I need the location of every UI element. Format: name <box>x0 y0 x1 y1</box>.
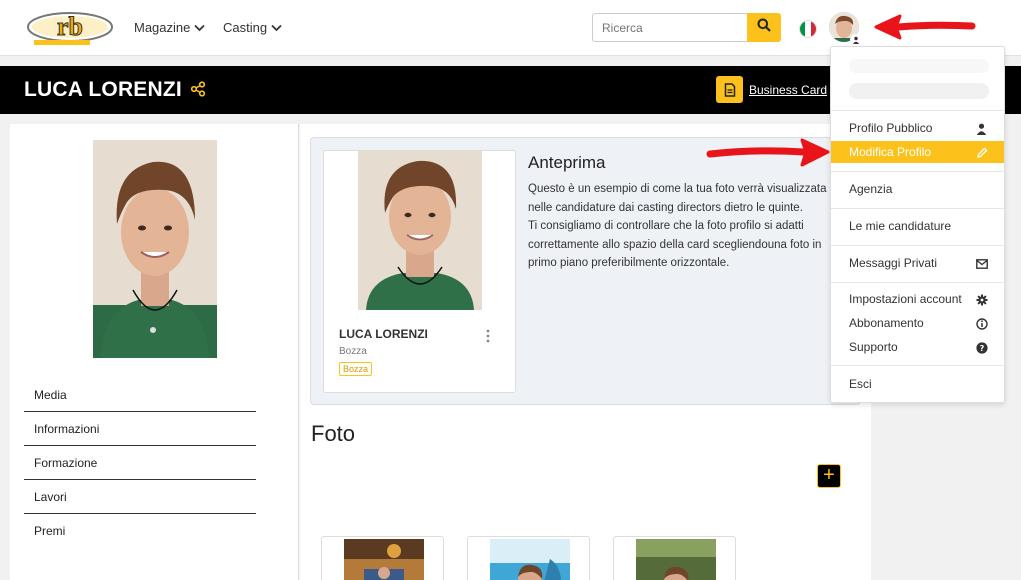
chevron-down-icon <box>271 20 282 35</box>
user-dropdown-menu: Profilo Pubblico Modifica Profilo Agenzi… <box>830 46 1005 403</box>
user-badge-icon <box>850 34 862 46</box>
photo-thumbnail-image <box>636 539 716 580</box>
photo-section-title: Foto <box>311 421 356 446</box>
question-icon: ? <box>975 341 988 354</box>
annotation-arrow-edit-profile <box>706 136 832 175</box>
sidebar-item-media[interactable]: Media <box>24 378 256 412</box>
business-card-link[interactable]: Business Card <box>749 83 827 97</box>
photo-thumbnail-image <box>490 539 570 580</box>
preview-card[interactable]: LUCA LORENZI Bozza Bozza <box>323 150 516 393</box>
profile-photo <box>93 140 217 358</box>
profile-name: LUCA LORENZI <box>24 78 182 101</box>
status-badge: Bozza <box>339 362 373 376</box>
share-icon[interactable] <box>190 81 206 102</box>
search-button[interactable] <box>747 13 781 42</box>
card-status: Bozza <box>339 346 367 357</box>
main-content: LUCA LORENZI Bozza Bozza Anteprima Quest… <box>300 124 871 580</box>
menu-item-public-profile[interactable]: Profilo Pubblico <box>831 117 1004 139</box>
menu-item-label: Profilo Pubblico <box>849 121 933 135</box>
svg-text:rb: rb <box>57 12 83 41</box>
preview-line: Questo è un esempio di come la tua foto … <box>528 183 827 195</box>
menu-item-edit-profile[interactable]: Modifica Profilo <box>831 141 1004 163</box>
info-icon <box>975 317 988 330</box>
photo-thumbnail[interactable] <box>321 536 444 580</box>
divider <box>831 110 1004 111</box>
annotation-arrow-avatar <box>872 12 976 47</box>
photo-thumbnail[interactable] <box>613 536 736 580</box>
add-photo-button[interactable]: + <box>817 464 841 488</box>
preview-line: nelle candidature dai casting directors … <box>528 201 803 214</box>
menu-item-subscription[interactable]: Abbonamento <box>831 312 1004 334</box>
menu-item-label: Abbonamento <box>849 316 924 330</box>
menu-item-agency[interactable]: Agenzia <box>831 178 1004 200</box>
profile-sidebar: Media Informazioni Formazione Lavori Pre… <box>10 124 299 580</box>
menu-item-label: Le mie candidature <box>849 219 952 233</box>
profile-section-menu: Media Informazioni Formazione Lavori Pre… <box>24 378 256 548</box>
menu-item-logout[interactable]: Esci <box>831 373 1004 395</box>
preview-title: Anteprima <box>528 153 606 172</box>
divider <box>831 282 1004 283</box>
menu-item-label: Modifica Profilo <box>849 145 932 159</box>
sidebar-item-informazioni[interactable]: Informazioni <box>24 412 256 446</box>
more-options-icon[interactable] <box>485 329 491 343</box>
photo-thumbnail-image <box>344 539 424 580</box>
search-input[interactable] <box>592 13 748 42</box>
menu-item-support[interactable]: Supporto ? <box>831 336 1004 358</box>
business-card-icon[interactable] <box>716 76 743 103</box>
divider <box>831 245 1004 246</box>
divider <box>831 171 1004 172</box>
menu-item-private-messages[interactable]: Messaggi Privati <box>831 252 1004 274</box>
brand-logo[interactable]: rb <box>26 9 114 47</box>
user-icon <box>975 122 988 135</box>
pencil-icon <box>975 146 988 159</box>
card-photo <box>358 151 482 310</box>
search-icon <box>757 18 771 37</box>
sidebar-item-premi[interactable]: Premi <box>24 514 256 548</box>
divider <box>831 365 1004 366</box>
photo-thumbnail[interactable] <box>467 536 590 580</box>
menu-item-account-settings[interactable]: Impostazioni account <box>831 288 1004 310</box>
gear-icon <box>975 293 988 306</box>
redacted-email <box>849 83 989 99</box>
menu-item-label: Agenzia <box>849 182 893 196</box>
card-name: LUCA LORENZI <box>339 327 428 341</box>
sidebar-item-lavori[interactable]: Lavori <box>24 480 256 514</box>
nav-casting-label: Casting <box>223 20 268 35</box>
preview-description: Questo è un esempio di come la tua foto … <box>528 180 858 273</box>
preview-panel: LUCA LORENZI Bozza Bozza Anteprima Quest… <box>310 137 861 405</box>
menu-item-label: Supporto <box>849 340 898 354</box>
nav-magazine[interactable]: Magazine <box>134 20 206 35</box>
menu-item-label: Messaggi Privati <box>849 256 938 270</box>
nav-magazine-label: Magazine <box>134 20 191 35</box>
preview-line: primo piano preferibilmente orizzontale. <box>528 257 730 269</box>
menu-item-label: Impostazioni account <box>849 292 962 306</box>
redacted-username <box>849 59 989 73</box>
divider <box>831 208 1004 209</box>
menu-item-label: Esci <box>849 377 872 391</box>
menu-item-applications[interactable]: Le mie candidature <box>831 215 1004 237</box>
italian-flag-icon[interactable] <box>799 20 817 38</box>
sidebar-item-formazione[interactable]: Formazione <box>24 446 256 480</box>
nav-casting[interactable]: Casting <box>223 20 282 35</box>
preview-line: correttamente allo spazio della card sce… <box>528 238 822 251</box>
envelope-icon <box>975 257 988 270</box>
chevron-down-icon <box>194 20 206 35</box>
svg-text:?: ? <box>979 344 984 353</box>
preview-line: Ti consigliamo di controllare che la fot… <box>528 220 804 232</box>
